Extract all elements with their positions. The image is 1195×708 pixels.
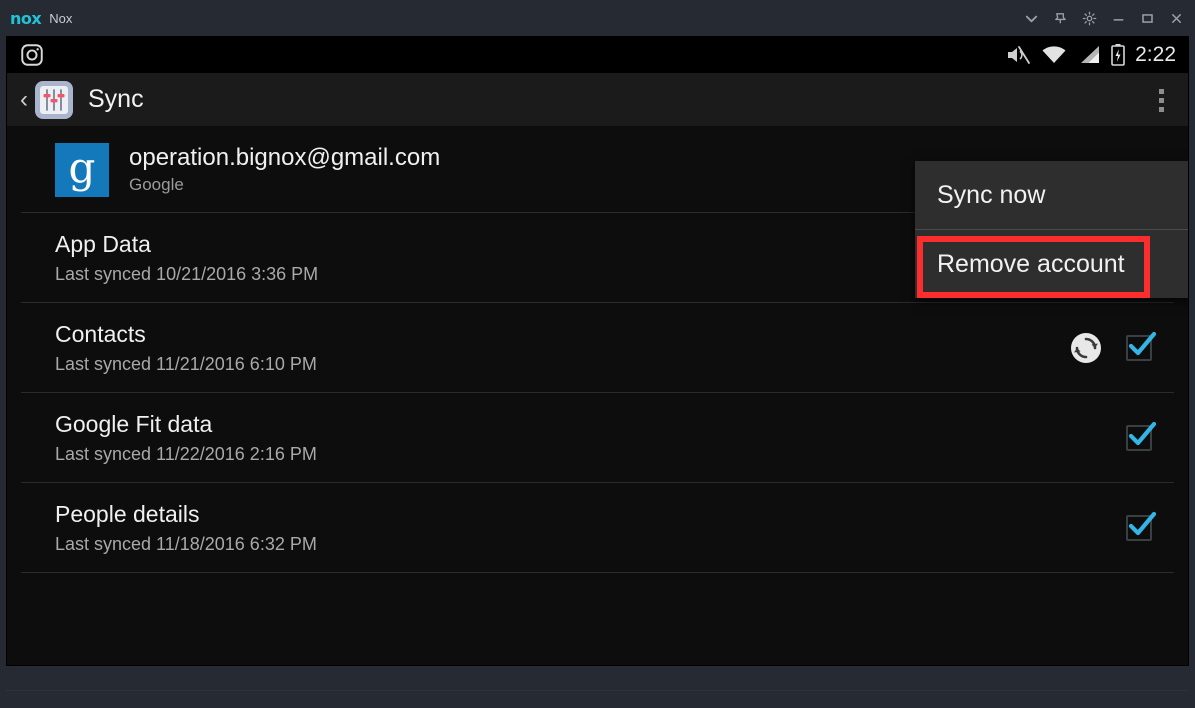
sync-item-title: Contacts (55, 320, 146, 347)
settings-sliders-glyph (40, 85, 68, 114)
google-logo-icon: g (55, 142, 109, 197)
instagram-camera-icon (21, 44, 43, 66)
mute-icon (1008, 46, 1031, 64)
gear-icon[interactable] (1075, 0, 1104, 36)
battery-charging-icon (1111, 44, 1125, 66)
sync-item-title: People details (55, 500, 200, 527)
account-text-block: operation.bignox@gmail.com Google (129, 144, 440, 195)
sync-item-controls (1126, 421, 1174, 451)
minimize-icon[interactable] (1104, 0, 1133, 36)
sync-item-text: People details Last synced 11/18/2016 6:… (55, 501, 1126, 555)
account-email: operation.bignox@gmail.com (129, 144, 441, 171)
sync-checkbox[interactable] (1126, 511, 1157, 541)
account-provider: Google (129, 175, 184, 194)
android-navigation-bar (0, 666, 1195, 708)
sync-checkbox[interactable] (1126, 331, 1157, 361)
android-screen: 2:22 ‹ Sync g operation.bignox@gmail.com… (6, 36, 1189, 666)
wifi-icon (1042, 46, 1066, 63)
menu-item-sync-now[interactable]: Sync now (915, 161, 1188, 229)
overflow-menu-icon[interactable] (1134, 73, 1188, 127)
status-clock: 2:22 (1135, 43, 1176, 66)
status-notification-icons (19, 42, 45, 68)
window-controls (1017, 0, 1191, 36)
list-item[interactable]: Google Fit data Last synced 11/22/2016 2… (21, 393, 1174, 483)
overflow-dot (1158, 106, 1164, 112)
list-item[interactable]: Contacts Last synced 11/21/2016 6:10 PM (21, 303, 1174, 393)
page-title: Sync (88, 85, 144, 113)
settings-sliders-icon (35, 80, 73, 119)
sync-item-last-synced: Last synced 11/22/2016 2:16 PM (55, 443, 317, 464)
back-button[interactable]: ‹ (13, 87, 35, 112)
list-item[interactable]: People details Last synced 11/18/2016 6:… (21, 483, 1174, 573)
status-system-icons: 2:22 (1005, 37, 1176, 73)
sync-item-title: Google Fit data (55, 410, 213, 437)
sync-in-progress-icon (1071, 332, 1101, 363)
android-status-bar: 2:22 (7, 37, 1188, 73)
sync-item-text: Google Fit data Last synced 11/22/2016 2… (55, 411, 1126, 465)
overflow-dot (1158, 88, 1164, 94)
maximize-icon[interactable] (1133, 0, 1162, 36)
nox-emulator-window: nox Nox 2:22 ‹ Sync g operation.bignox@g… (0, 0, 1195, 708)
overflow-dropdown-menu: Sync now Remove account (915, 161, 1188, 298)
nox-logo: nox (10, 8, 42, 28)
sync-checkbox[interactable] (1126, 421, 1157, 451)
google-logo-letter: g (68, 142, 96, 192)
navbar-divider (6, 690, 1189, 691)
sync-item-controls (1070, 331, 1174, 364)
chevron-down-icon[interactable] (1017, 0, 1046, 36)
menu-item-remove-account[interactable]: Remove account (915, 230, 1188, 298)
sync-item-text: Contacts Last synced 11/21/2016 6:10 PM (55, 321, 1070, 375)
pin-icon[interactable] (1046, 0, 1075, 36)
sync-item-last-synced: Last synced 11/18/2016 6:32 PM (55, 533, 317, 554)
sync-item-controls (1126, 511, 1174, 541)
signal-icon (1081, 46, 1100, 63)
sync-item-last-synced: Last synced 11/21/2016 6:10 PM (55, 353, 317, 374)
overflow-dot (1158, 97, 1164, 103)
nox-window-title: Nox (49, 10, 73, 26)
app-action-bar: ‹ Sync (7, 73, 1188, 127)
close-icon[interactable] (1162, 0, 1191, 36)
nox-titlebar: nox Nox (0, 0, 1195, 36)
